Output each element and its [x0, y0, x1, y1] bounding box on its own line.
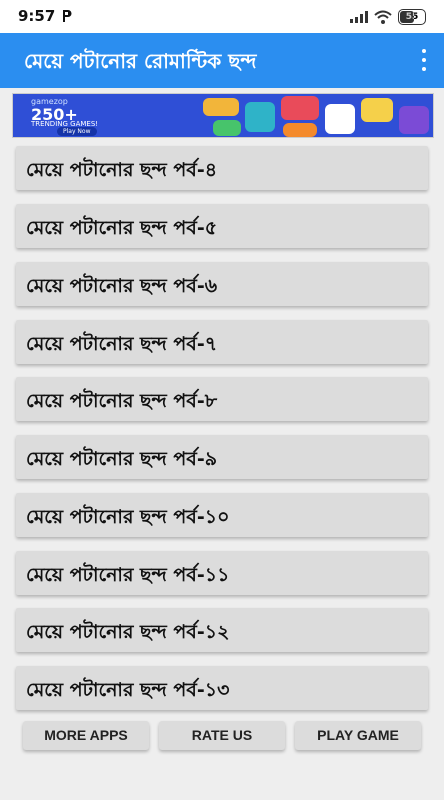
list-item-label: মেয়ে পটানোর ছন্দ পর্ব-১৩: [26, 679, 230, 701]
ad-game-tile: [245, 102, 275, 132]
list-item[interactable]: মেয়ে পটানোর ছন্দ পর্ব-১১: [16, 551, 428, 595]
list-item[interactable]: মেয়ে পটানোর ছন্দ পর্ব-১৩: [16, 666, 428, 710]
list-item[interactable]: মেয়ে পটানোর ছন্দ পর্ব-৮: [16, 377, 428, 421]
list-item-label: মেয়ে পটানোর ছন্দ পর্ব-১২: [26, 621, 230, 643]
ad-game-tile: [325, 104, 355, 134]
battery-level: 55: [405, 12, 419, 22]
ad-game-tile: [203, 98, 239, 116]
list-item[interactable]: মেয়ে পটানোর ছন্দ পর্ব-৪: [16, 146, 428, 190]
navigation-bar: [0, 760, 444, 800]
app-bar: মেয়ে পটানোর রোমান্টিক ছন্দ: [0, 33, 444, 88]
banner-ad[interactable]: gamezop 250+ TRENDING GAMES! Play Now: [12, 93, 434, 138]
list-item-label: মেয়ে পটানোর ছন্দ পর্ব-৭: [26, 333, 218, 355]
list-item[interactable]: মেয়ে পটানোর ছন্দ পর্ব-৫: [16, 204, 428, 248]
ad-game-tile: [213, 120, 241, 136]
app-title: মেয়ে পটানোর রোমান্টিক ছন্দ: [24, 49, 257, 73]
list-item-label: মেয়ে পটানোর ছন্দ পর্ব-৯: [26, 448, 218, 470]
status-time: 9:57: [18, 7, 56, 25]
list-item-label: মেয়ে পটানোর ছন্দ পর্ব-৫: [26, 217, 218, 239]
list-item-label: মেয়ে পটানোর ছন্দ পর্ব-১০: [26, 506, 230, 528]
ad-game-tile: [361, 98, 393, 122]
list-item[interactable]: মেয়ে পটানোর ছন্দ পর্ব-১০: [16, 493, 428, 537]
ad-game-tile: [281, 96, 319, 120]
list-item[interactable]: মেয়ে পটানোর ছন্দ পর্ব-৬: [16, 262, 428, 306]
bottom-button-bar: MORE APPS RATE US PLAY GAME: [0, 721, 444, 751]
ad-cta-button[interactable]: Play Now: [57, 127, 97, 136]
list-item[interactable]: মেয়ে পটানোর ছন্দ পর্ব-৯: [16, 435, 428, 479]
battery-icon: 55: [398, 9, 426, 25]
more-apps-button[interactable]: MORE APPS: [23, 721, 149, 750]
list-item[interactable]: মেয়ে পটানোর ছন্দ পর্ব-৭: [16, 320, 428, 364]
signal-icon: [350, 11, 368, 23]
status-bar: 9:57 55: [0, 0, 444, 33]
list-item-label: মেয়ে পটানোর ছন্দ পর্ব-৮: [26, 390, 218, 412]
ad-game-tile: [283, 123, 317, 137]
play-game-button[interactable]: PLAY GAME: [295, 721, 421, 750]
p-notification-icon: [63, 10, 72, 22]
list-item[interactable]: মেয়ে পটানোর ছন্দ পর্ব-১২: [16, 608, 428, 652]
wifi-icon: [374, 10, 392, 24]
list-item-label: মেয়ে পটানোর ছন্দ পর্ব-৬: [26, 275, 218, 297]
ad-game-tile: [399, 106, 429, 134]
list-item-label: মেয়ে পটানোর ছন্দ পর্ব-১১: [26, 564, 230, 586]
overflow-menu-icon[interactable]: [420, 49, 428, 71]
rate-us-button[interactable]: RATE US: [159, 721, 285, 750]
list-item-label: মেয়ে পটানোর ছন্দ পর্ব-৪: [26, 159, 218, 181]
